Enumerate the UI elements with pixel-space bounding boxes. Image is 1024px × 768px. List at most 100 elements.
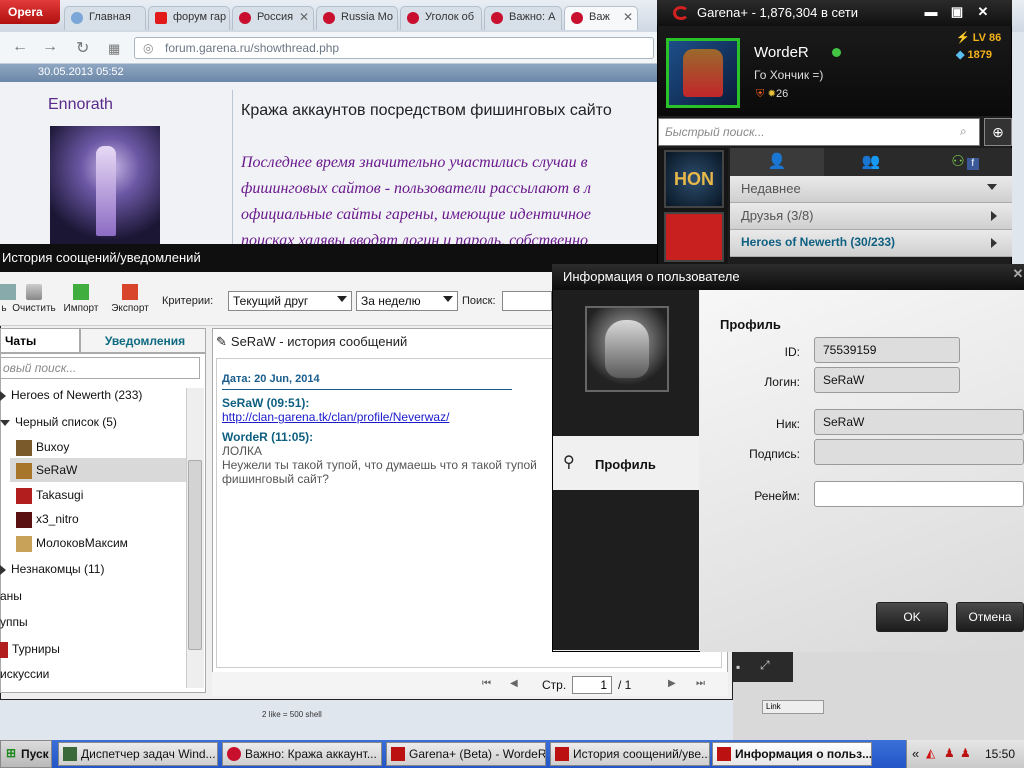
tree-user-x3-nitro[interactable]: x3_nitro (16, 512, 79, 528)
hon-app-tile[interactable]: HON (664, 150, 724, 208)
opera-menu-button[interactable]: Opera (0, 0, 60, 24)
cancel-button[interactable]: Отмена (956, 602, 1024, 632)
import-button[interactable]: Импорт (62, 284, 100, 314)
section-hon[interactable]: Heroes of Newerth (30/233) (730, 230, 1012, 257)
garena-tray-icon-2[interactable]: ♟ (960, 746, 971, 760)
close-icon[interactable]: ✕ (1012, 264, 1024, 284)
page-input[interactable]: 1 (572, 676, 612, 694)
tree-user-takasugi[interactable]: Takasugi (16, 488, 83, 504)
taskbar-label: Важно: Кража аккаунт... (245, 747, 377, 761)
message-line: фишинговый сайт? (222, 472, 329, 486)
section-recent[interactable]: Недавнее (730, 176, 1012, 203)
history-search-input[interactable] (502, 291, 552, 311)
taskbar-item-taskmgr[interactable]: Диспетчер задач Wind... (58, 742, 218, 766)
tree-group-strangers[interactable]: Незнакомцы (11) (0, 562, 104, 576)
user-avatar (16, 488, 32, 504)
garena-icon (491, 12, 503, 24)
conversation-title: ✎ SeRaW - история сообщений (216, 334, 407, 350)
search-icon[interactable]: ⌕ (960, 124, 967, 139)
nav-profile-label: Профиль (595, 457, 656, 472)
tree-group-groups[interactable]: уппы (0, 615, 28, 629)
forward-icon[interactable]: → (42, 38, 58, 56)
tab-5[interactable]: Уголок об (400, 6, 482, 30)
taskbar-item-history[interactable]: История соoщений/уве... (550, 742, 710, 766)
tab-6[interactable]: Важно: А (484, 6, 562, 30)
ok-button[interactable]: OK (876, 602, 948, 632)
address-bar[interactable]: ◎ forum.garena.ru/showthread.php (134, 37, 654, 59)
tab-2[interactable]: форум гар (148, 6, 230, 30)
nick-label: Ник: (776, 417, 800, 431)
tab-chats[interactable]: Чаты (0, 328, 80, 353)
tab-4[interactable]: Russia Mo (316, 6, 398, 30)
tab-3[interactable]: Россия ✕ (232, 6, 314, 30)
partial-button[interactable]: ь (0, 284, 16, 314)
scrollbar-thumb[interactable] (188, 460, 202, 650)
tree-group-blacklist[interactable]: Черный список (5) (0, 415, 117, 429)
period-select[interactable]: За неделю (356, 291, 458, 311)
button-label: ь (1, 303, 7, 314)
user-avatar[interactable] (666, 38, 740, 108)
globe-icon: ◎ (143, 41, 154, 55)
tab-groups[interactable]: 👥 (824, 148, 918, 176)
tree-user-molokov[interactable]: МолоковМаксим (16, 536, 128, 552)
network-icon[interactable]: ◭ (926, 746, 935, 760)
first-page-icon[interactable]: ⏮ (482, 678, 491, 689)
dialog-title: Информация о пользователе (563, 269, 740, 284)
users-icon: 👥 (861, 153, 881, 170)
tab-label: форум гар (173, 11, 227, 23)
poster-name[interactable]: Ennorath (48, 96, 113, 114)
tray-expand-icon[interactable]: « (912, 746, 919, 761)
tree-group-hon[interactable]: Heroes of Newerth (233) (0, 388, 142, 402)
tab-friends[interactable]: 👤 (730, 148, 824, 176)
prev-page-icon[interactable]: ◀ (510, 678, 518, 689)
message-author: WordeR (11:05): (222, 430, 314, 444)
message-line: Неужели ты такой тупой, что думаешь что … (222, 458, 537, 472)
contact-search-input[interactable]: овый поиск... (0, 357, 200, 379)
tree-group-tournaments[interactable]: Турниры (0, 642, 60, 658)
maximize-icon[interactable]: ▣ (946, 2, 968, 22)
collapse-icon (0, 419, 10, 426)
message-link[interactable]: http://clan-garena.tk/clan/profile/Never… (222, 410, 449, 424)
close-icon[interactable]: ✕ (623, 10, 633, 24)
quick-search-input[interactable]: Быстрый поиск... (658, 118, 980, 146)
shield-icon: ⛨ (756, 88, 765, 100)
tab-active[interactable]: Важ ✕ (564, 6, 638, 30)
friend-select[interactable]: Текущий друг (228, 291, 352, 311)
garena-icon (323, 12, 335, 24)
select-value: Текущий друг (233, 294, 309, 308)
id-field: 75539159 (814, 337, 960, 363)
garena-tray-icon[interactable]: ♟ (944, 746, 955, 760)
app-tile[interactable] (664, 212, 724, 262)
taskbar-item-userinfo[interactable]: Информация о польз... (712, 742, 872, 766)
badges: ⛨ ✹26 (756, 88, 788, 101)
minimize-icon[interactable]: ▬ (920, 2, 942, 22)
last-page-icon[interactable]: ⏭ (696, 678, 705, 689)
tree-user-seraw[interactable]: SeRaW (16, 463, 77, 479)
divider (232, 90, 233, 244)
speed-dial-icon[interactable]: ▦ (108, 41, 120, 57)
taskbar-item-garena[interactable]: Garena+ (Beta) - WordeR (386, 742, 546, 766)
garena-icon (407, 12, 419, 24)
clear-button[interactable]: Очистить (12, 284, 56, 314)
status-message[interactable]: Го Хончик =) (754, 68, 823, 82)
close-icon[interactable]: ✕ (972, 2, 994, 22)
add-friend-button[interactable]: ⊕ (984, 118, 1012, 146)
close-icon[interactable]: ✕ (299, 10, 309, 24)
tab-1[interactable]: Главная (64, 6, 146, 30)
back-icon[interactable]: ← (12, 38, 28, 56)
taskbar-item-opera[interactable]: Важно: Кража аккаунт... (222, 742, 382, 766)
user-avatar (16, 536, 32, 552)
tree-group-clans[interactable]: аны (0, 589, 22, 603)
tab-notifications[interactable]: Уведомления (80, 328, 206, 353)
group-label: Черный список (5) (15, 415, 117, 429)
tab-social[interactable]: ⚇ f (918, 148, 1012, 176)
section-friends[interactable]: Друзья (3/8) (730, 203, 1012, 230)
next-page-icon[interactable]: ▶ (668, 678, 676, 689)
rename-input[interactable] (814, 481, 1024, 507)
start-button[interactable]: ⊞ Пуск (0, 740, 52, 768)
reload-icon[interactable]: ↻ (76, 38, 89, 58)
export-button[interactable]: Экспорт (110, 284, 150, 314)
online-status-icon[interactable] (832, 48, 841, 57)
tree-group-discussions[interactable]: искуссии (0, 667, 49, 681)
tree-user-buxoy[interactable]: Buxoy (16, 440, 69, 456)
